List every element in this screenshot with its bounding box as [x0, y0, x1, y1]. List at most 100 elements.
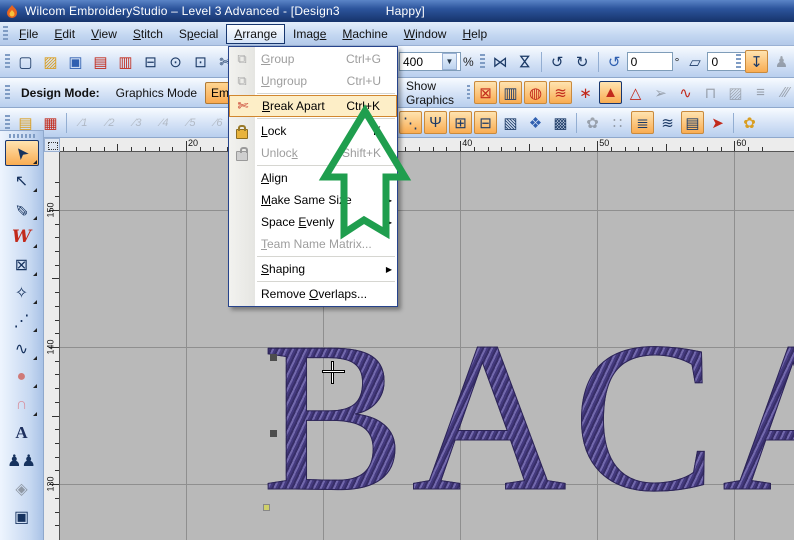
gradient-fill-icon[interactable]: △ — [624, 81, 647, 104]
chevron-down-icon[interactable]: ▼ — [442, 53, 457, 70]
grid-icon[interactable]: ⊞ — [449, 111, 472, 134]
team-names-tool[interactable]: ♟♟ — [5, 448, 39, 474]
menu-remove-overlaps[interactable]: Remove Overlaps... — [229, 283, 397, 305]
contour-stitch-icon[interactable]: ≡ — [749, 81, 772, 104]
thread-color-button-4[interactable]: ⁄4 — [153, 111, 176, 134]
polyline-measure-icon[interactable]: ⋱ — [399, 111, 422, 134]
trapunto-icon[interactable]: ➢ — [649, 81, 672, 104]
reshape-tool[interactable]: ↖ — [5, 168, 39, 194]
arc-tool[interactable]: ∩ — [5, 392, 39, 418]
cross-stitch-icon[interactable]: ⊠ — [474, 81, 498, 104]
new-design-icon[interactable]: ▢ — [14, 50, 37, 73]
print-icon[interactable]: ⊟ — [139, 50, 162, 73]
vector-shapes-icon[interactable]: ❖ — [524, 111, 547, 134]
color-film-icon[interactable]: ≣ — [631, 111, 654, 134]
menu-shaping[interactable]: Shaping ▶ — [229, 258, 397, 280]
thread-color-button-5[interactable]: ⁄5 — [180, 111, 203, 134]
horizontal-ruler[interactable]: 2030405060 — [44, 138, 794, 152]
menu-help[interactable]: Help — [454, 24, 495, 44]
tatami-fill-icon[interactable]: ▥ — [499, 81, 523, 104]
print-preview-icon[interactable]: ⊙ — [164, 50, 187, 73]
monogramming-tool[interactable]: ◈ — [5, 476, 39, 502]
thread-pin-icon[interactable]: ✿ — [738, 111, 761, 134]
fit-to-window-icon[interactable]: ↧ — [745, 50, 768, 73]
menu-team-name-matrix[interactable]: Team Name Matrix... — [229, 233, 397, 255]
stitch-bar-icon[interactable]: ≋ — [656, 111, 679, 134]
rotate-angle-icon[interactable]: ↺ — [603, 50, 626, 73]
menu-file[interactable]: File — [11, 24, 46, 44]
embroidery-lettering-object[interactable]: BACA — [261, 309, 794, 525]
flip-horizontal-icon[interactable]: ⋈ — [489, 50, 512, 73]
rotate-cw-45-icon[interactable]: ↻ — [571, 50, 594, 73]
toolbar-gripper[interactable] — [5, 84, 10, 101]
menu-window[interactable]: Window — [396, 24, 455, 44]
pointer-red-icon[interactable]: ➤ — [706, 111, 729, 134]
open-design-icon[interactable]: ▨ — [39, 50, 62, 73]
stipple-fill-icon[interactable]: ≋ — [549, 81, 573, 104]
menu-make-same-size[interactable]: Make Same Size ▶ — [229, 189, 397, 211]
export-design-icon[interactable]: ⊡ — [189, 50, 212, 73]
motif-fill-icon[interactable]: ◍ — [524, 81, 548, 104]
menu-special[interactable]: Special — [171, 24, 226, 44]
menu-ungroup[interactable]: ⧉ Ungroup Ctrl+U — [229, 70, 397, 92]
menu-view[interactable]: View — [83, 24, 125, 44]
flip-vertical-icon[interactable]: ⋈ — [514, 50, 537, 73]
hatch-stitch-icon[interactable]: ⁄⁄⁄ — [774, 81, 794, 104]
needle-points-icon[interactable]: Ψ — [424, 111, 447, 134]
bitmap-background-icon[interactable]: ▧ — [499, 111, 522, 134]
skew-icon[interactable]: ▱ — [683, 50, 706, 73]
triple-run-tool[interactable]: ∿ — [5, 336, 39, 362]
toolbar-gripper[interactable] — [3, 25, 8, 42]
thread-color-button-6[interactable]: ⁄6 — [207, 111, 230, 134]
menu-lock[interactable]: Lock K — [229, 120, 397, 142]
grayed-team-icon[interactable]: ♟ — [770, 50, 793, 73]
connectors-icon[interactable]: ∷ — [606, 111, 629, 134]
radial-fill-icon[interactable]: ∗ — [574, 81, 597, 104]
rotate-angle-input[interactable]: 0 — [626, 52, 673, 71]
selection-handle[interactable] — [270, 354, 277, 361]
border-tool[interactable]: ▣ — [5, 504, 39, 530]
design-properties-icon[interactable]: ▤ — [681, 111, 704, 134]
zigzag-stitch-icon[interactable]: ∿ — [674, 81, 697, 104]
toolbar-gripper[interactable] — [466, 84, 471, 101]
polygon-select-tool[interactable]: ✧ — [5, 280, 39, 306]
step-stitch-icon[interactable]: ⊓ — [699, 81, 722, 104]
send-to-stitch-manager-icon[interactable]: ▥ — [114, 50, 137, 73]
toolbar-gripper[interactable] — [5, 114, 10, 131]
menu-image[interactable]: Image — [285, 24, 334, 44]
vertical-ruler[interactable]: 130 140 150 — [44, 152, 60, 540]
knife-tool[interactable]: ✎ — [5, 196, 39, 222]
circle-tool[interactable]: ● — [5, 364, 39, 390]
toolbar-gripper[interactable] — [479, 53, 485, 70]
edit-object-tool[interactable]: ⊠ — [5, 252, 39, 278]
thread-color-button-1[interactable]: ⁄1 — [72, 111, 95, 134]
menu-align[interactable]: Align ▶ — [229, 167, 397, 189]
ruler-corner-box[interactable] — [44, 138, 60, 152]
toolbar-gripper[interactable] — [8, 134, 35, 138]
thread-color-button-3[interactable]: ⁄3 — [126, 111, 149, 134]
toolbar-gripper[interactable] — [5, 53, 10, 70]
thread-color-button-2[interactable]: ⁄2 — [99, 111, 122, 134]
menu-edit[interactable]: Edit — [46, 24, 83, 44]
satin-fill-icon[interactable]: ▲ — [599, 81, 623, 104]
stipple-run-icon[interactable]: ▨ — [724, 81, 747, 104]
save-design-icon[interactable]: ▣ — [64, 50, 87, 73]
rotate-ccw-45-icon[interactable]: ↺ — [546, 50, 569, 73]
menu-arrange[interactable]: Arrange — [226, 23, 285, 44]
lettering-tool[interactable]: A — [5, 420, 39, 446]
run-stitch-tool[interactable]: ⋰ — [5, 308, 39, 334]
hoop-icon[interactable]: ✿ — [581, 111, 604, 134]
menu-group[interactable]: ⧉ Group Ctrl+G — [229, 48, 397, 70]
menu-break-apart[interactable]: ✄ Break Apart Ctrl+K — [229, 95, 397, 117]
select-tool[interactable]: ➤ — [4, 140, 39, 166]
hoop-grid-icon[interactable]: ⊟ — [474, 111, 497, 134]
send-to-machine-icon[interactable]: ▤ — [89, 50, 112, 73]
menu-unlock[interactable]: Unlock Shift+K — [229, 142, 397, 164]
zoom-combobox[interactable]: 400 ▼ — [399, 52, 461, 71]
menu-space-evenly[interactable]: Space Evenly ▶ — [229, 211, 397, 233]
show-graphics-button[interactable]: Show Graphics — [398, 75, 464, 111]
design-canvas[interactable]: BACA — [60, 152, 794, 540]
graphics-mode-button[interactable]: Graphics Mode — [108, 82, 205, 104]
toolbar-gripper[interactable] — [736, 53, 741, 70]
freehand-lettering-tool[interactable]: W — [5, 224, 39, 250]
